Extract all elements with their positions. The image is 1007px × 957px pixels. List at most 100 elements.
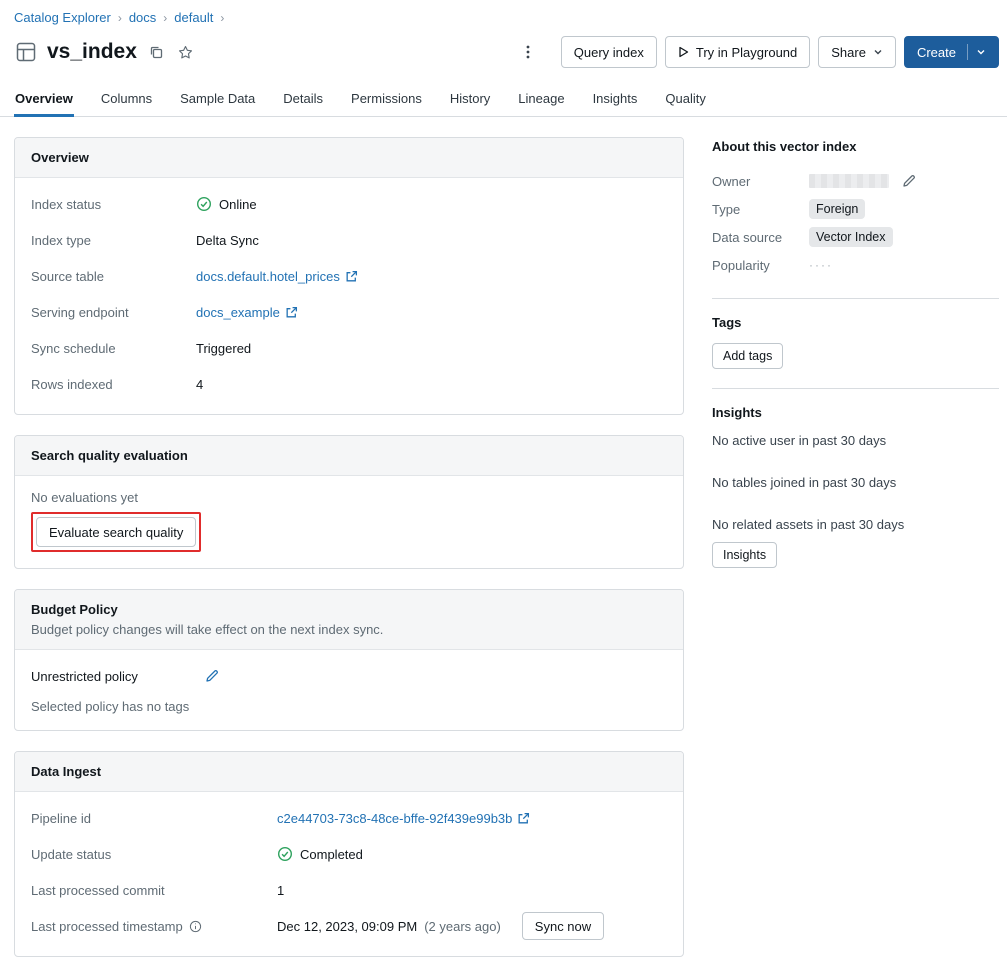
tab-lineage[interactable]: Lineage: [517, 85, 565, 117]
tab-sample-data[interactable]: Sample Data: [179, 85, 256, 117]
edit-owner-pencil-icon[interactable]: [899, 171, 919, 191]
search-quality-card-header: Search quality evaluation: [15, 436, 683, 476]
sidebar-divider: [712, 298, 999, 299]
sync-schedule-row: Sync schedule Triggered: [31, 330, 667, 366]
card-title: Overview: [31, 150, 89, 165]
data-source-badge: Vector Index: [809, 227, 893, 247]
sync-schedule-value: Triggered: [196, 340, 252, 356]
insights-button[interactable]: Insights: [712, 542, 778, 568]
main-column: Overview Index status Online Index type …: [14, 137, 684, 957]
update-status-row: Update status Completed: [31, 836, 667, 872]
update-status-text: Completed: [300, 846, 363, 862]
playground-label: Try in Playground: [695, 44, 798, 60]
last-timestamp-label-text: Last processed timestamp: [31, 918, 183, 934]
index-type-label: Index type: [31, 232, 91, 248]
data-ingest-card-body: Pipeline id c2e44703-73c8-48ce-bffe-92f4…: [15, 792, 683, 956]
owner-label: Owner: [712, 173, 751, 189]
breadcrumb-default[interactable]: default: [174, 10, 213, 25]
page-title: vs_index: [47, 40, 137, 63]
update-status-label: Update status: [31, 846, 112, 862]
breadcrumb-catalog-explorer[interactable]: Catalog Explorer: [14, 10, 111, 25]
rows-indexed-value: 4: [196, 376, 204, 392]
breadcrumb-docs[interactable]: docs: [129, 10, 156, 25]
evaluate-search-quality-button[interactable]: Evaluate search quality: [36, 517, 197, 547]
chevron-down-icon: [873, 47, 883, 57]
last-commit-label: Last processed commit: [31, 882, 165, 898]
query-index-button[interactable]: Query index: [560, 36, 657, 68]
overview-card-header: Overview: [15, 138, 683, 178]
share-label: Share: [831, 44, 866, 60]
update-status-value: Completed: [277, 846, 363, 862]
owner-row: Owner: [712, 167, 999, 195]
data-source-value: Vector Index: [809, 227, 893, 247]
popularity-label: Popularity: [712, 257, 770, 273]
owner-value: [809, 171, 919, 191]
external-link-icon: [517, 812, 530, 825]
tab-quality[interactable]: Quality: [664, 85, 706, 117]
card-title: Budget Policy: [31, 602, 118, 617]
pipeline-id-value: c2e44703-73c8-48ce-bffe-92f439e99b3b: [277, 811, 530, 826]
search-quality-card: Search quality evaluation No evaluations…: [14, 435, 684, 569]
index-status-text: Online: [219, 196, 257, 212]
external-link-icon: [285, 306, 298, 319]
pipeline-id-text: c2e44703-73c8-48ce-bffe-92f439e99b3b: [277, 810, 513, 826]
status-completed-check-icon: [277, 846, 293, 862]
top-bar: Catalog Explorer › docs › default › vs_i…: [0, 0, 1007, 70]
last-commit-row: Last processed commit 1: [31, 872, 667, 908]
data-source-row: Data source Vector Index: [712, 223, 999, 251]
overview-card-body: Index status Online Index type Delta Syn…: [15, 178, 683, 414]
tab-insights[interactable]: Insights: [592, 85, 639, 117]
title-row: vs_index Query index Try in Playground S…: [14, 34, 999, 70]
source-table-link[interactable]: docs.default.hotel_prices: [196, 269, 358, 284]
create-button[interactable]: Create: [903, 36, 999, 68]
add-tags-button[interactable]: Add tags: [712, 343, 784, 369]
chevron-down-icon: [976, 47, 986, 57]
copy-name-icon[interactable]: [146, 42, 166, 62]
tab-columns[interactable]: Columns: [100, 85, 153, 117]
last-commit-value: 1: [277, 882, 285, 898]
insight-line: No active user in past 30 days: [712, 433, 887, 448]
data-source-label: Data source: [712, 229, 783, 245]
play-icon: [678, 46, 689, 58]
popularity-row: Popularity ····: [712, 251, 999, 279]
policy-tags-text: Selected policy has no tags: [31, 699, 190, 714]
data-ingest-card: Data Ingest Pipeline id c2e44703-73c8-48…: [14, 751, 684, 957]
tab-history[interactable]: History: [449, 85, 491, 117]
index-status-label: Index status: [31, 196, 102, 212]
sync-now-button[interactable]: Sync now: [521, 912, 605, 940]
annotation-highlight-box: Evaluate search quality: [31, 512, 202, 552]
rows-indexed-row: Rows indexed 4: [31, 366, 667, 402]
status-online-check-icon: [196, 196, 212, 212]
popularity-value: ····: [809, 258, 833, 272]
share-button[interactable]: Share: [818, 36, 896, 68]
serving-endpoint-row: Serving endpoint docs_example: [31, 294, 667, 330]
tab-details[interactable]: Details: [282, 85, 324, 117]
type-row: Type Foreign: [712, 195, 999, 223]
info-icon[interactable]: [189, 920, 202, 933]
create-button-divider: [967, 44, 968, 60]
serving-endpoint-value: docs_example: [196, 305, 298, 320]
insight-line: No related assets in past 30 days: [712, 517, 905, 532]
breadcrumb-separator: ›: [163, 10, 168, 25]
about-title: About this vector index: [712, 139, 857, 154]
favorite-star-icon[interactable]: [175, 42, 196, 63]
title-group: vs_index: [14, 26, 196, 78]
external-link-icon: [345, 270, 358, 283]
try-in-playground-button[interactable]: Try in Playground: [664, 36, 811, 68]
vector-index-icon: [14, 40, 38, 64]
pipeline-id-link[interactable]: c2e44703-73c8-48ce-bffe-92f439e99b3b: [277, 811, 530, 826]
kebab-menu-icon[interactable]: [511, 40, 545, 64]
breadcrumb: Catalog Explorer › docs › default ›: [14, 10, 999, 25]
index-type-value: Delta Sync: [196, 232, 259, 248]
overview-card: Overview Index status Online Index type …: [14, 137, 684, 415]
type-label: Type: [712, 201, 741, 217]
budget-policy-card: Budget Policy Budget policy changes will…: [14, 589, 684, 731]
edit-policy-pencil-icon[interactable]: [202, 666, 222, 686]
type-value: Foreign: [809, 199, 866, 219]
sync-schedule-label: Sync schedule: [31, 340, 116, 356]
serving-endpoint-link[interactable]: docs_example: [196, 305, 298, 320]
tab-permissions[interactable]: Permissions: [350, 85, 423, 117]
tab-overview[interactable]: Overview: [14, 85, 74, 117]
data-ingest-card-header: Data Ingest: [15, 752, 683, 792]
type-badge: Foreign: [809, 199, 866, 219]
